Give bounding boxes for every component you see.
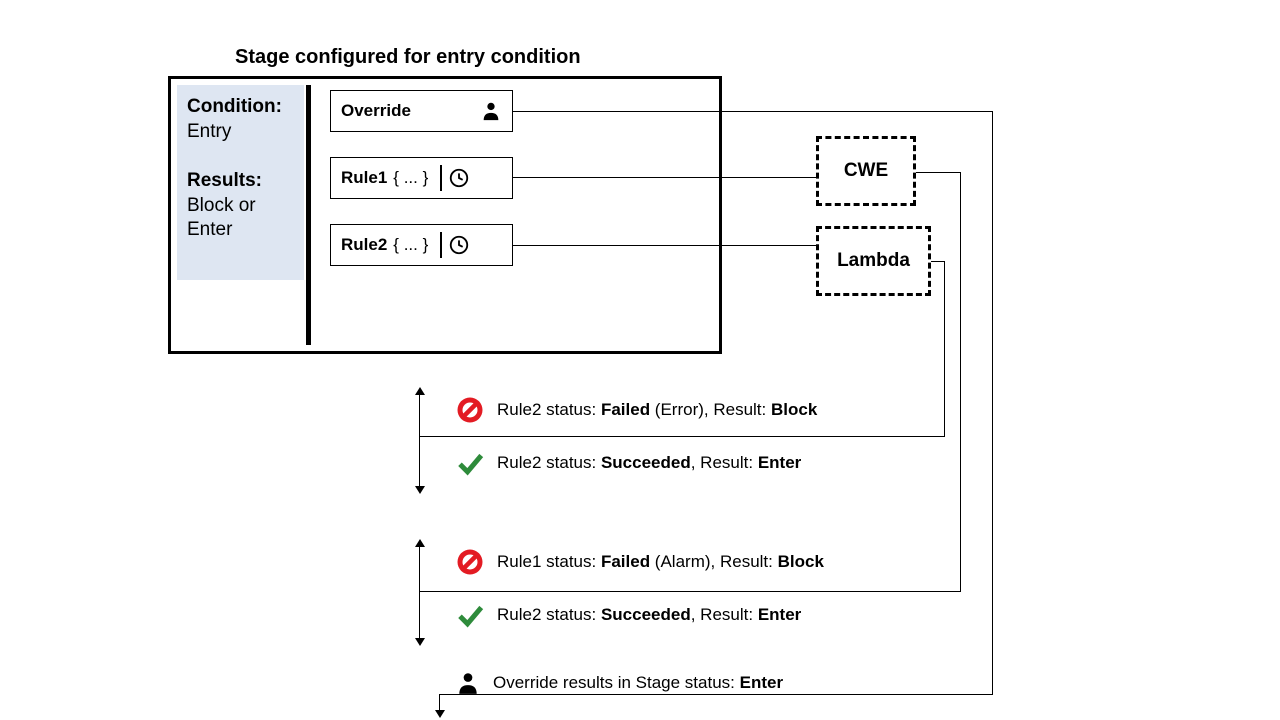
rule2-label: Rule2 (341, 235, 387, 255)
group3-arrow-down (435, 710, 445, 718)
line-lambda-bottom (420, 436, 945, 437)
status3-text: Rule1 status: Failed (Alarm), Result: Bl… (497, 552, 824, 572)
results-value: Block or Enter (187, 194, 294, 243)
check-icon (455, 448, 485, 478)
lambda-label: Lambda (837, 250, 910, 272)
line-lambda-h (931, 261, 945, 262)
rule2-braces: { ... } (393, 235, 428, 255)
line-rule2-lambda (513, 245, 816, 246)
rule1-label: Rule1 (341, 168, 387, 188)
no-entry-icon (455, 547, 485, 577)
group1-arrow-up (415, 387, 425, 395)
status-row-2: Rule2 status: Succeeded, Result: Enter (455, 448, 801, 478)
check-icon (455, 600, 485, 630)
line-cwe-v (960, 172, 961, 592)
group1-arrow-down (415, 486, 425, 494)
condition-label: Condition: (187, 96, 282, 117)
line-rule1-cwe (513, 177, 816, 178)
line-lambda-v (944, 261, 945, 437)
results-label: Results: (187, 170, 262, 191)
line-override-v (992, 111, 993, 695)
person-icon (480, 100, 502, 122)
override-label: Override (341, 101, 480, 121)
condition-panel: Condition: Entry Results: Block or Enter (177, 85, 304, 280)
cwe-box: CWE (816, 136, 916, 206)
divider-bar (306, 85, 311, 345)
line-cwe-bottom (420, 591, 961, 592)
line-override (513, 111, 993, 112)
rule2-sep (440, 232, 442, 258)
status1-text: Rule2 status: Failed (Error), Result: Bl… (497, 400, 817, 420)
clock-icon (448, 234, 470, 256)
no-entry-icon (455, 395, 485, 425)
group1-axis (419, 394, 420, 488)
diagram-title: Stage configured for entry condition (235, 46, 581, 69)
group2-arrow-up (415, 539, 425, 547)
status-row-5: Override results in Stage status: Enter (455, 670, 783, 696)
override-box: Override (330, 90, 513, 132)
condition-value: Entry (187, 120, 294, 145)
person-icon (455, 670, 481, 696)
rule1-braces: { ... } (393, 168, 428, 188)
status4-text: Rule2 status: Succeeded, Result: Enter (497, 605, 801, 625)
group2-axis (419, 546, 420, 640)
status2-text: Rule2 status: Succeeded, Result: Enter (497, 453, 801, 473)
status-row-3: Rule1 status: Failed (Alarm), Result: Bl… (455, 547, 824, 577)
status5-text: Override results in Stage status: Enter (493, 673, 783, 693)
status-row-4: Rule2 status: Succeeded, Result: Enter (455, 600, 801, 630)
lambda-box: Lambda (816, 226, 931, 296)
status-row-1: Rule2 status: Failed (Error), Result: Bl… (455, 395, 817, 425)
line-cwe-h (916, 172, 961, 173)
rule1-sep (440, 165, 442, 191)
cwe-label: CWE (844, 160, 888, 182)
group2-arrow-down (415, 638, 425, 646)
rule1-box: Rule1 { ... } (330, 157, 513, 199)
rule2-box: Rule2 { ... } (330, 224, 513, 266)
clock-icon (448, 167, 470, 189)
